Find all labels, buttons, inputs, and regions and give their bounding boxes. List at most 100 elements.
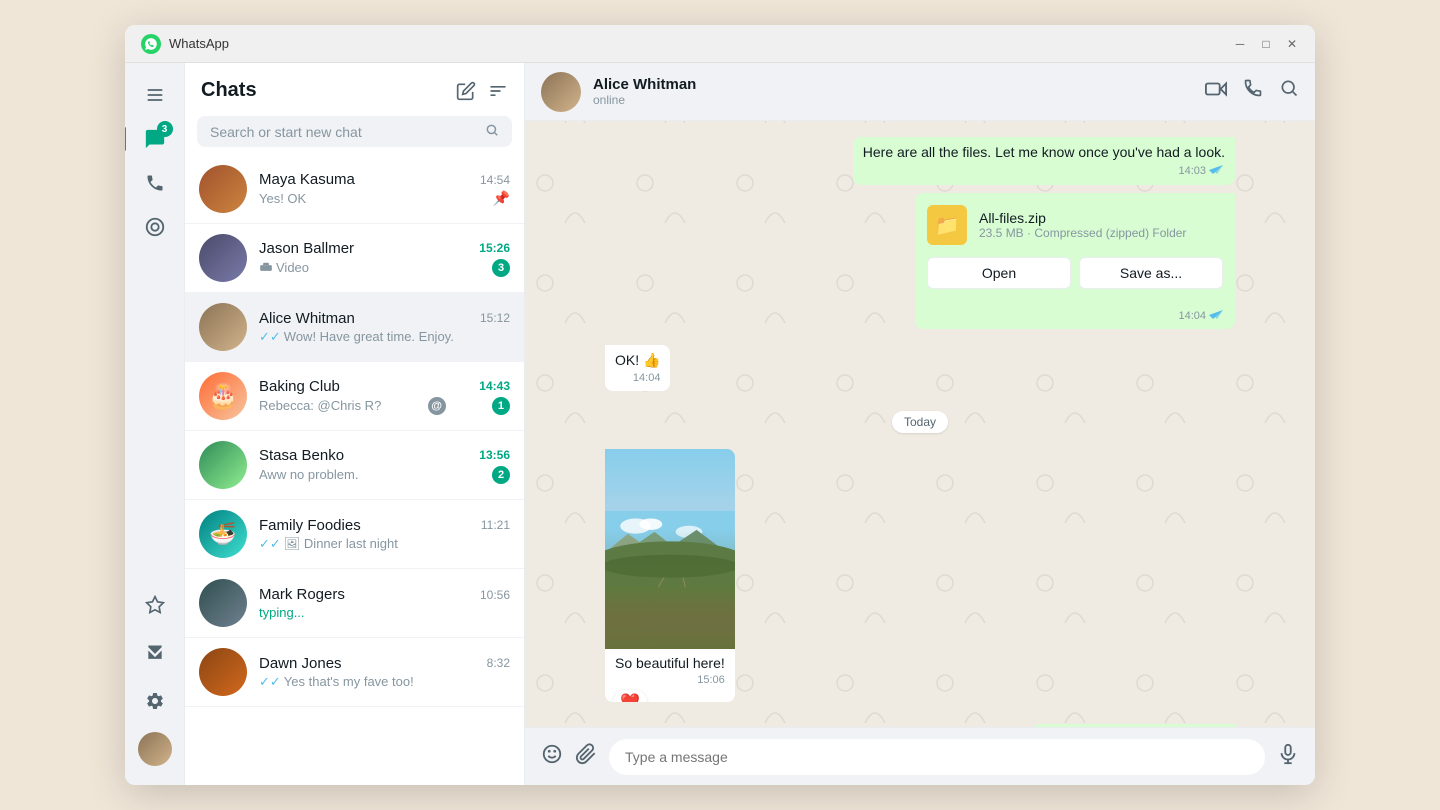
message-meta: 15:06 — [615, 674, 725, 686]
chat-time: 14:43 — [479, 379, 510, 393]
chat-item-baking[interactable]: 🎂 Baking Club 14:43 Rebecca: @Chris R? @… — [185, 362, 524, 431]
contact-avatar[interactable] — [541, 72, 581, 112]
input-bar — [525, 727, 1315, 785]
emoji-button[interactable] — [541, 743, 563, 771]
message-tick — [1209, 308, 1225, 323]
double-tick-icon: ✓✓ — [259, 674, 281, 690]
chat-item-dawn[interactable]: Dawn Jones 8:32 ✓✓ Yes that's my fave to… — [185, 638, 524, 707]
message-photo: So beautiful here! 15:06 ❤️ — [605, 449, 1235, 702]
close-button[interactable]: ✕ — [1285, 37, 1299, 51]
nav-menu[interactable] — [135, 75, 175, 115]
chat-item-family[interactable]: 🍜 Family Foodies 11:21 ✓✓ 🖼 Dinner last … — [185, 500, 524, 569]
pin-icon: 📌 — [493, 190, 510, 207]
chat-time: 11:21 — [481, 518, 510, 532]
date-chip: Today — [892, 411, 948, 433]
chat-time: 10:56 — [480, 588, 510, 602]
chat-header-actions — [1205, 78, 1299, 106]
chat-item-stasa[interactable]: Stasa Benko 13:56 Aww no problem. 2 — [185, 431, 524, 500]
voice-message-button[interactable] — [1277, 743, 1299, 771]
chats-badge: 3 — [157, 121, 173, 137]
chat-name: Jason Ballmer — [259, 240, 354, 257]
message-time: 14:04 — [1178, 310, 1206, 322]
contact-status: online — [593, 93, 1193, 107]
maximize-button[interactable]: □ — [1259, 37, 1273, 51]
chat-avatar — [199, 441, 247, 489]
chat-preview: Video — [259, 260, 309, 275]
attach-button[interactable] — [575, 743, 597, 771]
minimize-button[interactable]: ─ — [1233, 37, 1247, 51]
chat-avatar — [199, 165, 247, 213]
titlebar: WhatsApp ─ □ ✕ — [125, 25, 1315, 63]
chat-preview: ✓✓ 🖼 Dinner last night — [259, 536, 398, 552]
file-info: 📁 All-files.zip 23.5 MB · Compressed (zi… — [927, 205, 1223, 245]
nav-starred[interactable] — [135, 585, 175, 625]
nav-archived[interactable] — [135, 633, 175, 673]
chat-preview: Aww no problem. — [259, 467, 358, 482]
chat-info: Baking Club 14:43 Rebecca: @Chris R? @ 1 — [259, 378, 510, 415]
file-icon: 📁 — [927, 205, 967, 245]
nav-calls[interactable] — [135, 163, 175, 203]
chat-preview-row: ✓✓ Yes that's my fave too! — [259, 674, 510, 690]
filter-button[interactable] — [488, 81, 508, 101]
chat-list-header: Chats — [185, 63, 524, 112]
file-actions: Open Save as... — [927, 257, 1223, 289]
chat-item-maya[interactable]: Maya Kasuma 14:54 Yes! OK 📌 — [185, 155, 524, 224]
chat-name-row: Stasa Benko 13:56 — [259, 447, 510, 464]
chat-time: 13:56 — [479, 448, 510, 462]
message-time: 14:04 — [633, 372, 661, 384]
contact-name[interactable]: Alice Whitman — [593, 76, 1193, 93]
messages-area: Here are all the files. Let me know once… — [525, 121, 1315, 727]
search-chat-button[interactable] — [1279, 78, 1299, 106]
nav-chats[interactable]: 3 — [135, 119, 175, 159]
chat-info: Maya Kasuma 14:54 Yes! OK 📌 — [259, 171, 510, 207]
double-tick-icon: ✓✓ — [259, 536, 281, 552]
message-tick — [1209, 163, 1225, 178]
app-title: WhatsApp — [169, 36, 229, 51]
chat-name-row: Dawn Jones 8:32 — [259, 655, 510, 672]
search-bar[interactable] — [197, 116, 512, 147]
message-text: OK! 👍 — [615, 352, 660, 368]
nav-status[interactable] — [135, 207, 175, 247]
chat-preview-row: Video 3 — [259, 259, 510, 277]
photo-content: So beautiful here! 15:06 ❤️ — [605, 649, 735, 702]
video-call-button[interactable] — [1205, 78, 1227, 106]
nav-avatar[interactable] — [135, 729, 175, 769]
chat-item-mark[interactable]: Mark Rogers 10:56 typing... — [185, 569, 524, 638]
date-divider: Today — [605, 411, 1235, 433]
chat-preview: Rebecca: @Chris R? — [259, 398, 381, 413]
photo-image[interactable] — [605, 449, 735, 649]
chat-time: 14:54 — [480, 173, 510, 187]
message-bubble: OK! 👍 14:04 — [605, 345, 670, 391]
message-received: OK! 👍 14:04 — [605, 345, 1235, 391]
file-details: All-files.zip 23.5 MB · Compressed (zipp… — [979, 210, 1186, 240]
unread-badge: 3 — [492, 259, 510, 277]
chat-list: Maya Kasuma 14:54 Yes! OK 📌 Ja — [185, 155, 524, 785]
chat-preview-row: Aww no problem. 2 — [259, 466, 510, 484]
nav-settings[interactable] — [135, 681, 175, 721]
chat-info: Dawn Jones 8:32 ✓✓ Yes that's my fave to… — [259, 655, 510, 690]
chat-list-title: Chats — [201, 79, 257, 102]
chat-avatar — [199, 579, 247, 627]
save-file-button[interactable]: Save as... — [1079, 257, 1223, 289]
chat-preview-row: Rebecca: @Chris R? @ 1 — [259, 397, 510, 415]
search-input[interactable] — [210, 124, 485, 140]
chat-item-alice[interactable]: Alice Whitman 15:12 ✓✓ Wow! Have great t… — [185, 293, 524, 362]
message-input[interactable] — [609, 739, 1265, 775]
titlebar-left: WhatsApp — [141, 34, 229, 54]
message-sent-text: Here are all the files. Let me know once… — [605, 137, 1235, 185]
mention-badge: @ — [428, 397, 446, 415]
voice-call-button[interactable] — [1243, 78, 1263, 106]
chat-preview-row: Yes! OK 📌 — [259, 190, 510, 207]
filename: All-files.zip — [979, 210, 1186, 226]
chat-name-row: Family Foodies 11:21 — [259, 517, 510, 534]
chat-avatar: 🎂 — [199, 372, 247, 420]
message-reaction[interactable]: ❤️ — [613, 690, 647, 702]
chat-preview: ✓✓ Yes that's my fave too! — [259, 674, 414, 690]
photo-bubble: So beautiful here! 15:06 ❤️ — [605, 449, 735, 702]
chat-preview-row: typing... — [259, 605, 510, 620]
compose-button[interactable] — [456, 81, 476, 101]
open-file-button[interactable]: Open — [927, 257, 1071, 289]
chat-item-jason[interactable]: Jason Ballmer 15:26 Video 3 — [185, 224, 524, 293]
chat-avatar — [199, 234, 247, 282]
chat-info: Stasa Benko 13:56 Aww no problem. 2 — [259, 447, 510, 484]
